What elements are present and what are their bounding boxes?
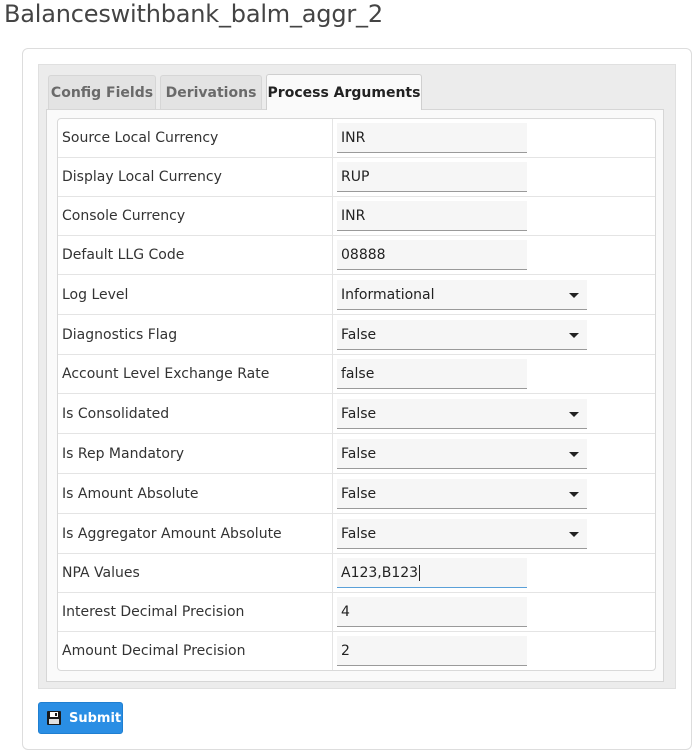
caret-down-icon bbox=[569, 293, 579, 298]
form-row-display-local-currency: Display Local Currency RUP bbox=[58, 158, 655, 197]
column-divider bbox=[332, 158, 333, 196]
process-arguments-grid: Source Local Currency INR Display Local … bbox=[57, 118, 656, 671]
select-value: False bbox=[341, 525, 377, 542]
select-value: False bbox=[341, 405, 377, 422]
form-row-npa-values: NPA Values A123,B123 bbox=[58, 554, 655, 593]
select-value: False bbox=[341, 485, 377, 502]
field-label: Interest Decimal Precision bbox=[62, 604, 245, 620]
column-divider bbox=[332, 394, 333, 433]
field-label: Log Level bbox=[62, 286, 129, 303]
form-row-is-aggregator-amount-absolute: Is Aggregator Amount Absolute False bbox=[58, 514, 655, 554]
form-row-is-rep-mandatory: Is Rep Mandatory False bbox=[58, 434, 655, 474]
form-row-log-level: Log Level Informational bbox=[58, 275, 655, 315]
diagnostics-flag-select[interactable]: False bbox=[337, 320, 587, 350]
form-row-amount-decimal-precision: Amount Decimal Precision 2 bbox=[58, 632, 655, 670]
column-divider bbox=[332, 119, 333, 157]
column-divider bbox=[332, 474, 333, 513]
tab-process-arguments[interactable]: Process Arguments bbox=[266, 74, 422, 110]
field-label: Source Local Currency bbox=[62, 130, 219, 146]
is-rep-mandatory-select[interactable]: False bbox=[337, 439, 587, 469]
column-divider bbox=[332, 514, 333, 553]
page-title: Balanceswithbank_balm_aggr_2 bbox=[4, 0, 383, 28]
field-label: Amount Decimal Precision bbox=[62, 643, 246, 659]
submit-label: Submit bbox=[69, 710, 122, 726]
tab-config-fields[interactable]: Config Fields bbox=[48, 75, 156, 109]
default-llg-code-input[interactable]: 08888 bbox=[337, 240, 527, 270]
form-row-interest-decimal-precision: Interest Decimal Precision 4 bbox=[58, 593, 655, 632]
source-local-currency-input[interactable]: INR bbox=[337, 123, 527, 153]
is-amount-absolute-select[interactable]: False bbox=[337, 479, 587, 509]
field-label: Display Local Currency bbox=[62, 169, 222, 185]
text-cursor bbox=[419, 564, 421, 581]
column-divider bbox=[332, 315, 333, 354]
form-row-account-level-exchange-rate: Account Level Exchange Rate false bbox=[58, 355, 655, 394]
caret-down-icon bbox=[569, 333, 579, 338]
is-consolidated-select[interactable]: False bbox=[337, 399, 587, 429]
caret-down-icon bbox=[569, 532, 579, 537]
caret-down-icon bbox=[569, 492, 579, 497]
field-label: Default LLG Code bbox=[62, 247, 185, 263]
column-divider bbox=[332, 632, 333, 670]
caret-down-icon bbox=[569, 412, 579, 417]
form-row-is-amount-absolute: Is Amount Absolute False bbox=[58, 474, 655, 514]
field-label: Is Consolidated bbox=[62, 405, 170, 422]
interest-decimal-precision-input[interactable]: 4 bbox=[337, 597, 527, 627]
select-value: Informational bbox=[341, 286, 435, 303]
is-aggregator-amount-absolute-select[interactable]: False bbox=[337, 519, 587, 549]
floppy-disk-icon bbox=[47, 711, 61, 725]
column-divider bbox=[332, 554, 333, 592]
form-row-diagnostics-flag: Diagnostics Flag False bbox=[58, 315, 655, 355]
field-label: Is Aggregator Amount Absolute bbox=[62, 525, 282, 542]
column-divider bbox=[332, 355, 333, 393]
select-value: False bbox=[341, 445, 377, 462]
account-level-exchange-rate-input[interactable]: false bbox=[337, 359, 527, 389]
caret-down-icon bbox=[569, 452, 579, 457]
field-label: Console Currency bbox=[62, 208, 186, 224]
column-divider bbox=[332, 197, 333, 235]
submit-button[interactable]: Submit bbox=[38, 702, 123, 734]
form-row-default-llg-code: Default LLG Code 08888 bbox=[58, 236, 655, 275]
console-currency-input[interactable]: INR bbox=[337, 201, 527, 231]
column-divider bbox=[332, 275, 333, 314]
column-divider bbox=[332, 236, 333, 274]
form-row-console-currency: Console Currency INR bbox=[58, 197, 655, 236]
field-label: Account Level Exchange Rate bbox=[62, 366, 270, 382]
display-local-currency-input[interactable]: RUP bbox=[337, 162, 527, 192]
field-label: Is Amount Absolute bbox=[62, 485, 199, 502]
column-divider bbox=[332, 434, 333, 473]
field-label: NPA Values bbox=[62, 565, 140, 581]
select-value: False bbox=[341, 326, 377, 343]
field-label: Diagnostics Flag bbox=[62, 326, 178, 343]
log-level-select[interactable]: Informational bbox=[337, 280, 587, 310]
form-row-source-local-currency: Source Local Currency INR bbox=[58, 119, 655, 158]
amount-decimal-precision-input[interactable]: 2 bbox=[337, 636, 527, 666]
field-label: Is Rep Mandatory bbox=[62, 445, 185, 462]
form-row-is-consolidated: Is Consolidated False bbox=[58, 394, 655, 434]
input-value: A123,B123 bbox=[341, 564, 419, 581]
tab-derivations[interactable]: Derivations bbox=[160, 75, 262, 109]
column-divider bbox=[332, 593, 333, 631]
npa-values-input[interactable]: A123,B123 bbox=[337, 558, 527, 588]
